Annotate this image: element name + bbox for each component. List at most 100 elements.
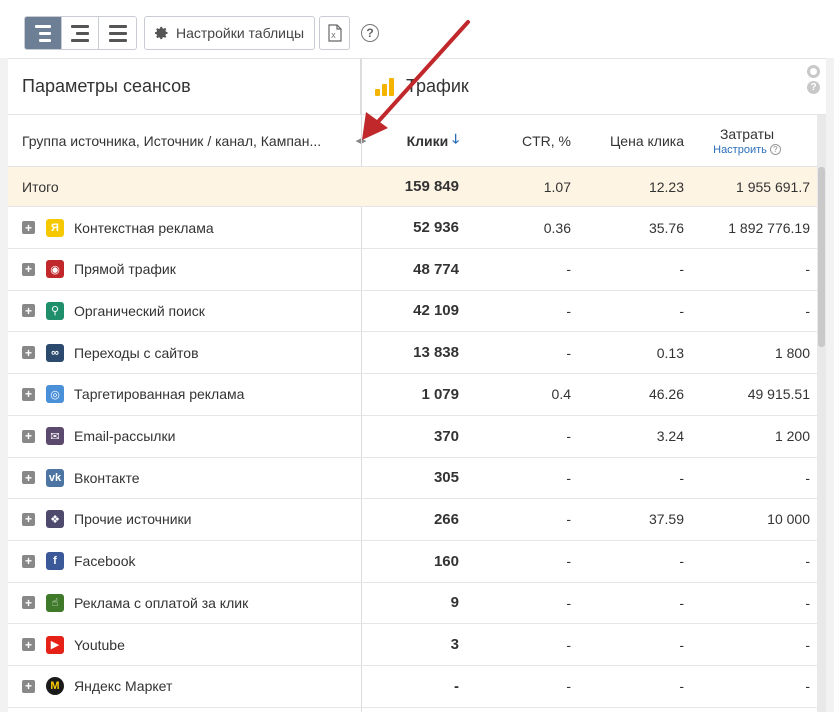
total-ctr: 1.07 xyxy=(543,178,571,195)
table-row[interactable]: + ▶ Youtube 3 - - - xyxy=(8,624,826,666)
row-clicks: 48 774 xyxy=(413,260,459,278)
row-name-cell: + ✉ Email-рассылки xyxy=(22,416,352,457)
row-name-cell: + Я Контекстная реклама xyxy=(22,207,352,248)
scrollbar-thumb[interactable] xyxy=(818,167,825,347)
cost-configure-link[interactable]: Настроить ? xyxy=(713,144,781,156)
row-cpc: - xyxy=(679,469,684,486)
row-cpc: - xyxy=(679,261,684,278)
row-cpc: 0.13 xyxy=(656,344,684,361)
row-name-cell: + ◎ Таргетированная реклама xyxy=(22,374,352,415)
row-cpc: - xyxy=(679,636,684,653)
expand-plus-icon[interactable]: + xyxy=(22,512,35,526)
table-row[interactable]: + vk Вконтакте 305 - - - xyxy=(8,457,826,500)
expand-plus-icon[interactable]: + xyxy=(22,387,35,401)
other-sources-icon: ❖ xyxy=(46,510,64,529)
total-clicks: 159 849 xyxy=(404,178,459,195)
cpc-ads-icon: ☝ xyxy=(46,593,64,612)
group-settings-icon[interactable] xyxy=(807,65,820,78)
row-name-cell: + ⚲ Органический поиск xyxy=(22,290,352,331)
table-row[interactable]: + f Facebook 160 - - - xyxy=(8,541,826,583)
row-name-cell: + f Facebook xyxy=(22,541,352,582)
email-icon: ✉ xyxy=(46,427,64,445)
view-tree-button[interactable] xyxy=(25,17,62,49)
row-cost: 1 892 776.19 xyxy=(728,219,810,236)
row-clicks: 9 xyxy=(450,594,459,612)
row-name[interactable]: Органический поиск xyxy=(74,303,205,319)
row-name[interactable]: Яндекс Маркет xyxy=(74,678,172,694)
row-name[interactable]: Прямой трафик xyxy=(74,261,176,277)
row-clicks: 3 xyxy=(450,636,459,653)
expand-plus-icon[interactable]: + xyxy=(22,638,35,651)
row-ctr: - xyxy=(566,511,571,528)
group-help-icon[interactable]: ? xyxy=(807,81,820,94)
row-name[interactable]: Контекстная реклама xyxy=(74,220,214,236)
column-header-ctr[interactable]: CTR, % xyxy=(459,115,571,166)
search-icon: ⚲ xyxy=(46,301,64,320)
row-ctr: - xyxy=(566,594,571,611)
table-row[interactable]: + ❖ Прочие источники 266 - 37.59 10 000 xyxy=(8,499,826,541)
tree-list-icon xyxy=(35,24,51,42)
table-settings-label: Настройки таблицы xyxy=(176,25,305,41)
table-row[interactable]: + ◉ Прямой трафик 48 774 - - - xyxy=(8,249,826,291)
expand-plus-icon[interactable]: + xyxy=(22,679,35,693)
expand-plus-icon[interactable]: + xyxy=(22,346,35,360)
view-flat-button[interactable] xyxy=(99,17,136,49)
expand-plus-icon[interactable]: + xyxy=(22,262,35,276)
toolbar: Настройки таблицы X ? xyxy=(0,0,834,58)
row-cost: 10 000 xyxy=(767,511,810,528)
column-header-clicks[interactable]: Клики 🡓 xyxy=(361,115,459,166)
expand-plus-icon[interactable]: + xyxy=(22,554,35,568)
expand-plus-icon[interactable]: + xyxy=(22,304,35,318)
table-row[interactable]: + ◎ Таргетированная реклама 1 079 0.4 46… xyxy=(8,374,826,416)
column-header-cost[interactable]: Затраты Настроить ? xyxy=(684,115,810,166)
help-icon[interactable]: ? xyxy=(361,24,379,42)
row-name[interactable]: Youtube xyxy=(74,637,125,653)
row-cost: 49 915.51 xyxy=(747,386,810,403)
session-params-group-header: Параметры сеансов xyxy=(8,59,361,115)
table-settings-button[interactable]: Настройки таблицы xyxy=(144,16,316,50)
table-row[interactable]: + ∞ Переходы с сайтов 13 838 - 0.13 1 80… xyxy=(8,332,826,375)
row-name[interactable]: Прочие источники xyxy=(74,511,191,527)
row-cpc: 3.24 xyxy=(656,428,684,444)
table-row[interactable]: + M Яндекс Маркет - - - - xyxy=(8,666,826,708)
vk-icon: vk xyxy=(46,468,64,487)
analytics-icon xyxy=(375,77,394,96)
export-excel-button[interactable]: X xyxy=(319,16,350,50)
row-ctr: - xyxy=(566,261,571,278)
row-cpc: 46.26 xyxy=(648,386,684,403)
row-ctr: - xyxy=(566,302,571,319)
expand-plus-icon[interactable]: + xyxy=(22,221,35,234)
row-clicks: 42 109 xyxy=(413,302,459,320)
view-mode-group xyxy=(24,16,137,50)
table-row[interactable]: + Я Контекстная реклама 52 936 0.36 35.7… xyxy=(8,207,826,249)
page: Настройки таблицы X ? Параметры сеансов … xyxy=(0,0,834,712)
row-cpc: - xyxy=(679,594,684,611)
row-name[interactable]: Вконтакте xyxy=(74,470,140,486)
clicks-header-label: Клики xyxy=(406,132,449,149)
table-row[interactable]: + ✉ Email-рассылки 370 - 3.24 1 200 xyxy=(8,416,826,458)
row-clicks: 13 838 xyxy=(413,344,459,362)
view-indented-button[interactable] xyxy=(62,17,99,49)
row-name-cell: + M Яндекс Маркет xyxy=(22,666,352,707)
vertical-scrollbar[interactable] xyxy=(817,115,826,712)
traffic-group-header: Трафик ? xyxy=(361,59,826,115)
row-name[interactable]: Реклама с оплатой за клик xyxy=(74,595,248,611)
row-name[interactable]: Facebook xyxy=(74,553,135,569)
row-cost: - xyxy=(805,469,810,486)
column-header-cpc[interactable]: Цена клика xyxy=(571,115,684,166)
cost-help-icon[interactable]: ? xyxy=(769,144,781,155)
row-cost: - xyxy=(805,594,810,611)
row-ctr: - xyxy=(566,428,571,444)
report-table: Параметры сеансов Трафик ? Группа источн… xyxy=(8,58,826,712)
expand-plus-icon[interactable]: + xyxy=(22,596,35,610)
expand-plus-icon[interactable]: + xyxy=(22,471,35,485)
table-row[interactable]: + ⚲ Органический поиск 42 109 - - - xyxy=(8,290,826,333)
expand-plus-icon[interactable]: + xyxy=(22,429,35,443)
row-name[interactable]: Email-рассылки xyxy=(74,428,175,444)
traffic-title: Трафик xyxy=(406,76,469,96)
row-name[interactable]: Таргетированная реклама xyxy=(74,386,244,402)
row-name-cell: + ∞ Переходы с сайтов xyxy=(22,332,352,373)
column-header-name[interactable]: Группа источника, Источник / канал, Камп… xyxy=(22,115,347,166)
row-name[interactable]: Переходы с сайтов xyxy=(74,345,199,361)
table-row[interactable]: + ☝ Реклама с оплатой за клик 9 - - - xyxy=(8,582,826,625)
